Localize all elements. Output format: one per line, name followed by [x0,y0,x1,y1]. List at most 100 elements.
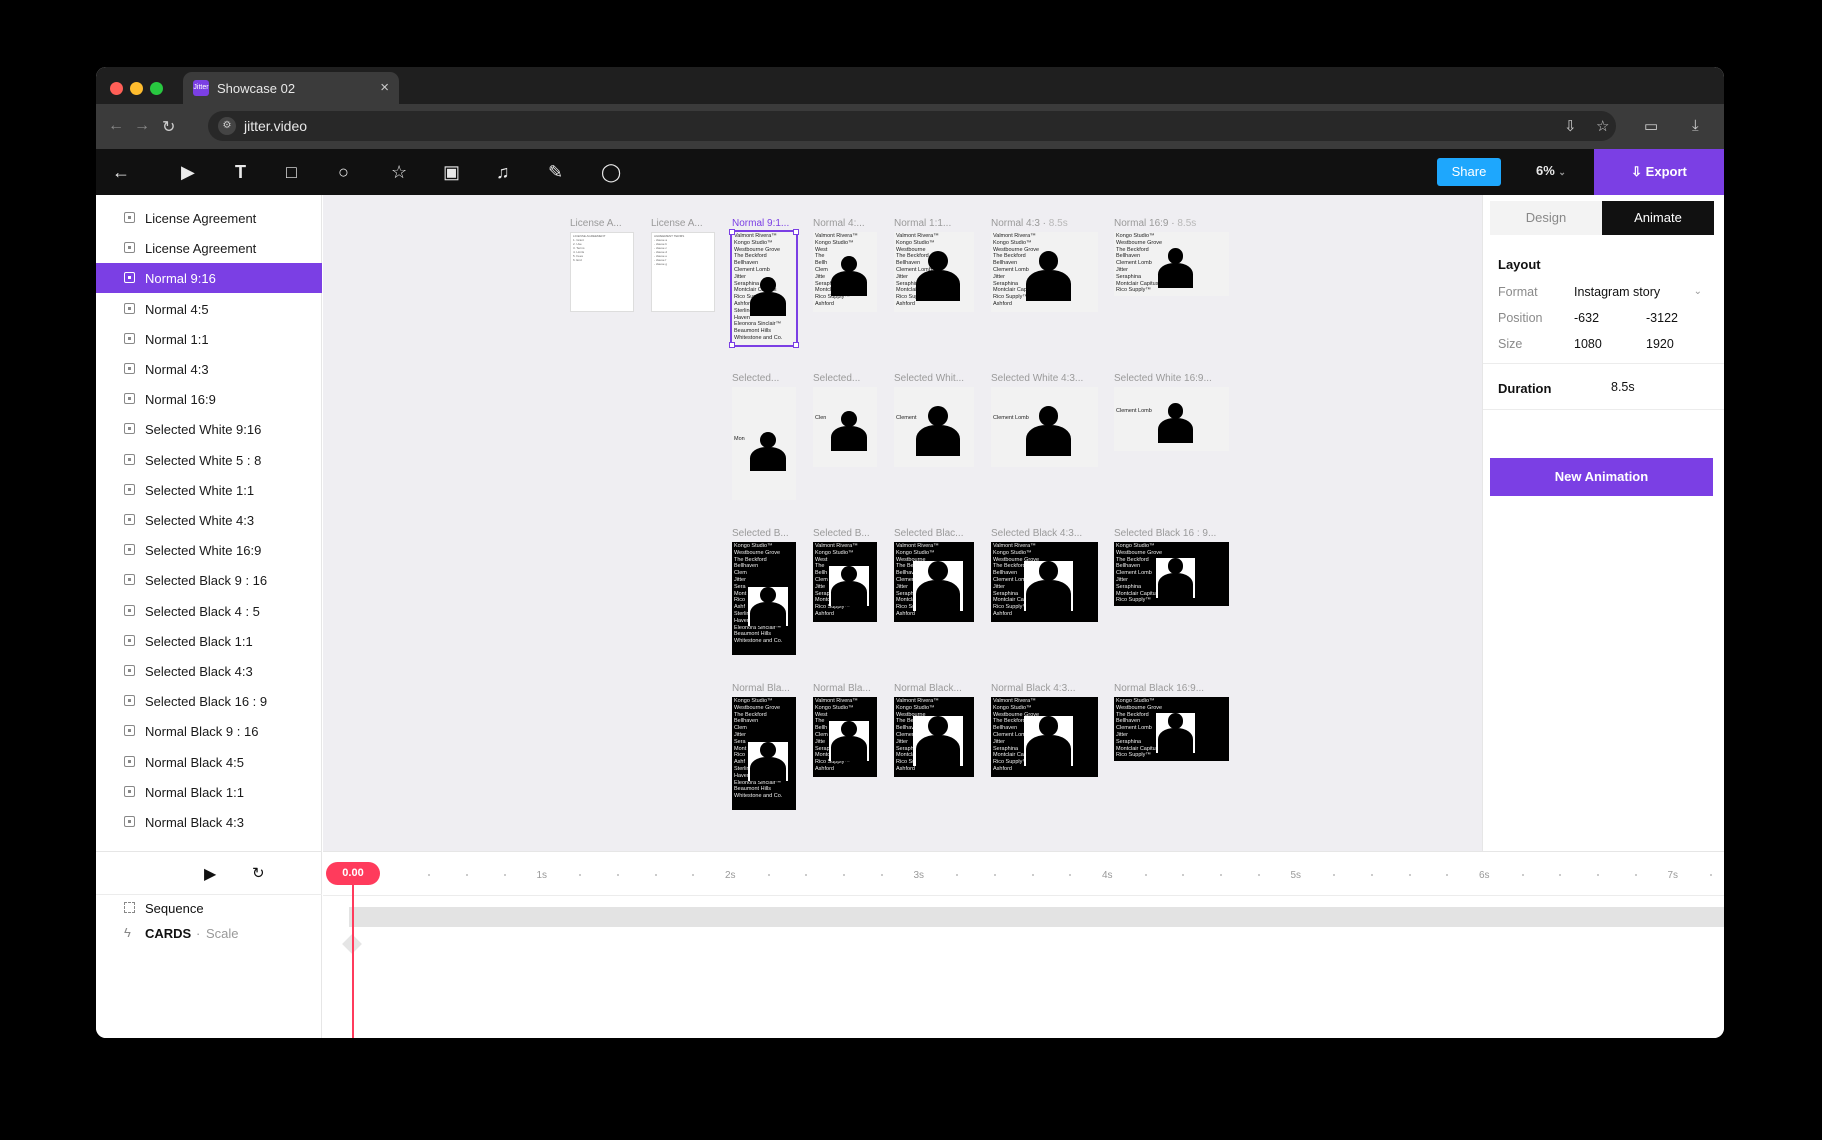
duration-input[interactable]: 8.5s [1601,374,1710,400]
layer-item[interactable]: Selected Black 1:1 [96,626,322,656]
artboard-frame[interactable]: Normal Black 16:9... Kongo Studio™ Westbo… [1114,683,1229,761]
resize-handle[interactable] [793,229,799,235]
frame-label[interactable]: Selected B... [732,528,789,539]
artboard-frame[interactable]: Selected Blac... Valmont Rivera™ Kongo St… [894,528,974,622]
frame-label[interactable]: Normal 4:3 · 8.5s [991,218,1068,229]
sequence-track[interactable] [349,907,1724,927]
frame-label[interactable]: Normal Bla... [813,683,871,694]
frame-label[interactable]: Normal 9:1... [732,218,789,229]
artboard-frame[interactable]: Normal Black 4:3... Valmont Rivera™ Kongo… [991,683,1098,777]
position-y-input[interactable]: -3122 [1636,305,1710,331]
artboard-frame[interactable]: Selected B... Kongo Studio™ Westbourne Gr… [732,528,796,655]
resize-handle[interactable] [729,229,735,235]
layer-item[interactable]: Selected White 16:9 [96,535,322,565]
position-x-input[interactable]: -632 [1564,305,1632,331]
layer-item[interactable]: Selected White 9:16 [96,414,322,444]
layer-item[interactable]: Normal 16:9 [96,384,322,414]
share-button[interactable]: Share [1437,158,1501,186]
resize-handle[interactable] [729,342,735,348]
frame-label[interactable]: License A... [651,218,703,229]
layer-item[interactable]: Normal Black 9 : 16 [96,716,322,746]
sequence-row[interactable]: Sequence [96,894,322,920]
canvas[interactable]: License A... LICENSE AGREEMENT 1. Grant 2… [323,195,1482,851]
image-tool-icon[interactable]: ▣ [443,161,460,183]
tab-animate[interactable]: Animate [1602,201,1714,235]
star-tool-icon[interactable]: ☆ [391,161,407,183]
timeline[interactable]: 1s 2s 3s 4s 5s 6s 7s 0.00 [323,851,1724,1038]
playhead-line[interactable] [352,885,354,1038]
artboard-frame[interactable]: Selected... Clen [813,373,877,467]
frame-label[interactable]: Selected Black 4:3... [991,528,1082,539]
artboard-frame[interactable]: License A... LICENSE AGREEMENT 1. Grant 2… [570,218,634,312]
export-button[interactable]: ⇩ Export [1594,149,1724,195]
close-tab-icon[interactable]: × [380,79,389,96]
artboard-frame[interactable]: Normal Bla... Valmont Rivera™ Kongo Studi… [813,683,877,777]
layer-item[interactable]: Selected White 1:1 [96,475,322,505]
format-select[interactable]: Instagram story ⌄ [1564,279,1710,305]
frame-label[interactable]: Selected... [732,373,779,384]
time-ruler[interactable]: 1s 2s 3s 4s 5s 6s 7s [323,852,1724,896]
size-h-input[interactable]: 1920 [1636,331,1710,357]
zoom-dropdown[interactable]: 6% ⌄ [1536,163,1566,178]
artboard-frame[interactable]: Normal 16:9 · 8.5s Kongo Studio™ Westbour… [1114,218,1229,296]
audio-tool-icon[interactable]: ♫ [496,161,510,183]
install-app-icon[interactable]: ⇩ [1564,117,1577,135]
artboard-frame[interactable]: Normal 1:1... Valmont Rivera™ Kongo Studi… [894,218,974,312]
resize-handle[interactable] [793,342,799,348]
artboard-frame[interactable]: Normal Bla... Kongo Studio™ Westbourne Gr… [732,683,796,810]
artboard-frame[interactable]: License A... AGREEMENT TERMS - clause a -… [651,218,715,312]
layer-item[interactable]: Selected White 4:3 [96,505,322,535]
play-frame-icon[interactable]: ▶ [181,161,195,183]
cards-row[interactable]: ϟ CARDS · Scale [96,920,322,946]
frame-label[interactable]: Selected Whit... [894,373,964,384]
site-settings-icon[interactable]: ⚙ [218,117,236,135]
layer-item[interactable]: Normal 4:5 [96,294,322,324]
layer-item[interactable]: Selected Black 9 : 16 [96,565,322,595]
layer-item[interactable]: Normal 9:16 [96,263,322,294]
frame-label[interactable]: Normal Bla... [732,683,790,694]
artboard-frame[interactable]: Normal Black... Valmont Rivera™ Kongo Stu… [894,683,974,777]
frame-label[interactable]: Selected Black 16 : 9... [1114,528,1216,539]
bookmark-star-icon[interactable]: ☆ [1596,117,1609,135]
layer-item[interactable]: License Agreement [96,203,322,233]
browser-tab[interactable]: Jitter Showcase 02 × [183,72,399,104]
layer-item[interactable]: Selected Black 4 : 5 [96,596,322,626]
loop-icon[interactable]: ↻ [252,864,265,882]
frame-label[interactable]: Selected... [813,373,860,384]
comment-tool-icon[interactable]: ◯ [601,161,621,183]
back-arrow-icon[interactable]: ← [112,161,130,183]
frame-label[interactable]: Normal 16:9 · 8.5s [1114,218,1196,229]
frame-label[interactable]: Selected Blac... [894,528,963,539]
artboard-frame[interactable]: Selected Whit... Clement [894,373,974,467]
layer-item[interactable]: Selected White 5 : 8 [96,445,322,475]
frame-label[interactable]: Selected White 16:9... [1114,373,1212,384]
artboard-frame[interactable]: Selected... Mon [732,373,796,500]
back-icon[interactable]: ← [108,117,124,135]
text-tool-icon[interactable]: T [235,161,246,183]
rectangle-tool-icon[interactable]: □ [286,161,297,183]
frame-label[interactable]: Normal Black... [894,683,962,694]
layer-item[interactable]: Normal Black 4:3 [96,807,322,837]
playhead-time[interactable]: 0.00 [326,862,380,885]
artboard-frame[interactable]: Normal 4:3 · 8.5s Valmont Rivera™ Kongo S… [991,218,1098,312]
close-window-button[interactable] [110,82,123,95]
frame-label[interactable]: Normal Black 16:9... [1114,683,1204,694]
layer-item[interactable]: Normal 4:3 [96,354,322,384]
artboard-frame[interactable]: Selected B... Valmont Rivera™ Kongo Studi… [813,528,877,622]
maximize-window-button[interactable] [150,82,163,95]
artboard-frame[interactable]: Selected Black 4:3... Valmont Rivera™ Kon… [991,528,1098,622]
pen-tool-icon[interactable]: ✎ [548,161,563,183]
artboard-frame[interactable]: Normal 4:... Valmont Rivera™ Kongo Studio… [813,218,877,312]
frame-label[interactable]: Normal 4:... [813,218,865,229]
artboard-frame[interactable]: Selected Black 16 : 9... Kongo Studio™ We… [1114,528,1229,606]
artboard-frame[interactable]: Selected White 4:3... Clement Lomb [991,373,1098,467]
frame-label[interactable]: License A... [570,218,622,229]
url-input[interactable]: ⚙ jitter.video [208,111,1616,141]
layer-item[interactable]: Selected Black 16 : 9 [96,686,322,716]
tab-design[interactable]: Design [1490,201,1602,235]
new-animation-button[interactable]: New Animation [1490,458,1713,496]
frame-label[interactable]: Normal Black 4:3... [991,683,1075,694]
download-icon[interactable]: ⤓ [1692,117,1699,134]
tab-search-icon[interactable]: ▭ [1644,117,1658,135]
frame-label[interactable]: Normal 1:1... [894,218,951,229]
